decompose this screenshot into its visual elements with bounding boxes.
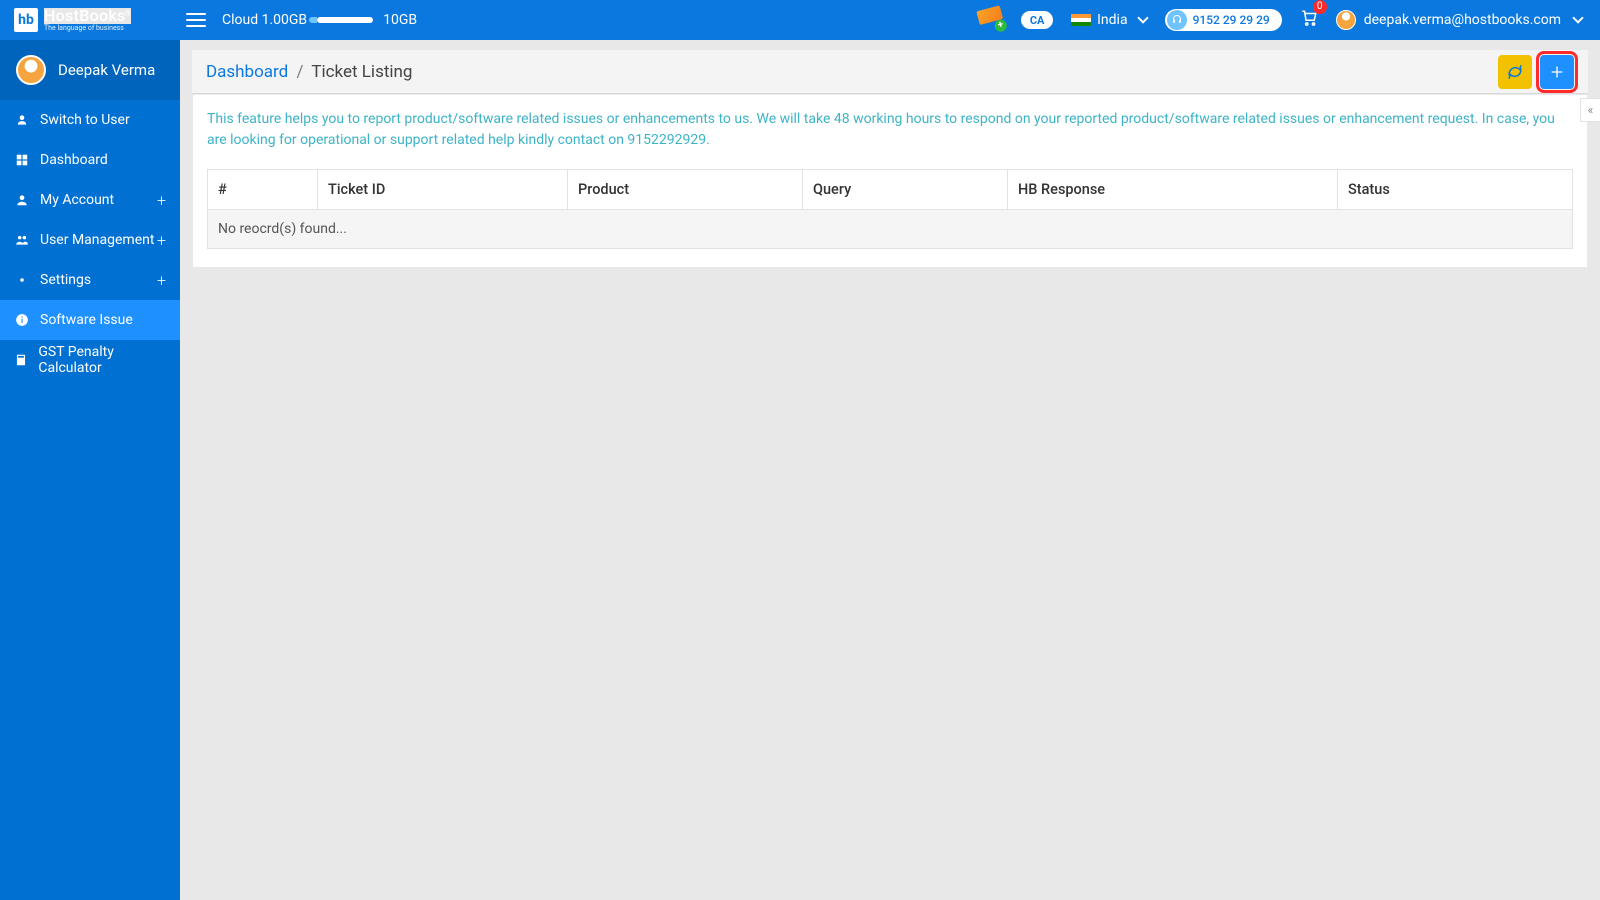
breadcrumb-sep: / xyxy=(296,62,303,82)
table-empty-message: No reocrd(s) found... xyxy=(208,210,1573,249)
expand-icon[interactable]: + xyxy=(157,231,166,250)
chevron-down-icon xyxy=(1569,12,1582,28)
user-email-label: deepak.verma@hostbooks.com xyxy=(1364,12,1561,28)
refresh-icon xyxy=(1506,63,1524,81)
plus-icon xyxy=(1549,64,1565,80)
chevron-left-double-icon: « xyxy=(1588,103,1594,117)
sidebar-item-label: GST Penalty Calculator xyxy=(38,344,166,376)
sidebar-item-gst-calculator[interactable]: GST Penalty Calculator xyxy=(0,340,180,380)
sidebar-item-label: User Management xyxy=(40,232,154,248)
country-selector[interactable]: India xyxy=(1071,12,1146,28)
cloud-total-label: 10GB xyxy=(383,12,417,28)
support-phone[interactable]: 9152 29 29 29 xyxy=(1165,9,1282,31)
logo[interactable]: hb HostBooks® The language of business xyxy=(0,0,180,40)
dashboard-icon xyxy=(14,152,30,168)
collapse-panel-button[interactable]: « xyxy=(1580,98,1600,122)
chevron-down-icon xyxy=(1134,12,1147,28)
col-ticket-id: Ticket ID xyxy=(318,170,568,210)
sidebar-user-name: Deepak Verma xyxy=(58,61,155,79)
sidebar-item-label: Software Issue xyxy=(40,312,133,328)
sidebar-item-label: Settings xyxy=(40,272,91,288)
page-header: Dashboard / Ticket Listing xyxy=(192,50,1588,94)
sidebar-item-label: My Account xyxy=(40,192,114,208)
sidebar-item-label: Dashboard xyxy=(40,152,108,168)
avatar-icon xyxy=(16,55,46,85)
col-index: # xyxy=(208,170,318,210)
breadcrumb-current: Ticket Listing xyxy=(311,62,412,82)
calculator-icon xyxy=(14,352,28,368)
refresh-button[interactable] xyxy=(1498,55,1532,89)
user-icon xyxy=(14,112,30,128)
india-flag-icon xyxy=(1071,14,1091,26)
ticket-table: # Ticket ID Product Query HB Response St… xyxy=(207,169,1573,249)
country-label: India xyxy=(1097,12,1127,28)
ca-badge[interactable]: CA xyxy=(1021,11,1053,29)
sidebar-item-my-account[interactable]: My Account + xyxy=(0,180,180,220)
users-icon xyxy=(14,232,30,248)
col-status: Status xyxy=(1338,170,1573,210)
top-bar: hb HostBooks® The language of business C… xyxy=(0,0,1600,40)
main-content: Dashboard / Ticket Listing This feature … xyxy=(180,40,1600,900)
info-icon xyxy=(14,312,30,328)
breadcrumb: Dashboard / Ticket Listing xyxy=(206,62,412,82)
sidebar-user[interactable]: Deepak Verma xyxy=(0,40,180,100)
menu-toggle-icon[interactable] xyxy=(186,13,206,27)
table-empty-row: No reocrd(s) found... xyxy=(208,210,1573,249)
account-icon xyxy=(14,192,30,208)
breadcrumb-root[interactable]: Dashboard xyxy=(206,62,288,82)
sidebar-item-software-issue[interactable]: Software Issue xyxy=(0,300,180,340)
sidebar-item-user-management[interactable]: User Management + xyxy=(0,220,180,260)
cart-count-badge: 0 xyxy=(1313,0,1327,14)
col-query: Query xyxy=(803,170,1008,210)
add-ticket-button[interactable] xyxy=(1540,55,1574,89)
info-text: This feature helps you to report product… xyxy=(207,109,1573,151)
user-menu[interactable]: deepak.verma@hostbooks.com xyxy=(1336,10,1582,30)
sidebar-nav: Switch to User Dashboard My Account + Us… xyxy=(0,100,180,380)
sidebar-item-label: Switch to User xyxy=(40,112,130,128)
avatar-icon xyxy=(1336,10,1356,30)
cloud-usage-label: Cloud 1.00GB xyxy=(222,12,307,28)
logo-mark: hb xyxy=(14,8,38,32)
logo-text: HostBooks® The language of business xyxy=(44,8,131,32)
sidebar-item-settings[interactable]: Settings + xyxy=(0,260,180,300)
gear-icon xyxy=(14,272,30,288)
ticket-add-icon[interactable]: + xyxy=(976,5,1005,34)
cart-button[interactable]: 0 xyxy=(1300,9,1318,31)
col-product: Product xyxy=(568,170,803,210)
cloud-usage-bar xyxy=(317,17,373,23)
sidebar: Deepak Verma Switch to User Dashboard My… xyxy=(0,40,180,900)
expand-icon[interactable]: + xyxy=(157,191,166,210)
ticket-panel: This feature helps you to report product… xyxy=(192,94,1588,268)
support-phone-number: 9152 29 29 29 xyxy=(1193,13,1270,27)
table-header-row: # Ticket ID Product Query HB Response St… xyxy=(208,170,1573,210)
headset-icon xyxy=(1167,10,1187,30)
sidebar-item-dashboard[interactable]: Dashboard xyxy=(0,140,180,180)
sidebar-item-switch-user[interactable]: Switch to User xyxy=(0,100,180,140)
expand-icon[interactable]: + xyxy=(157,271,166,290)
col-hb-response: HB Response xyxy=(1008,170,1338,210)
